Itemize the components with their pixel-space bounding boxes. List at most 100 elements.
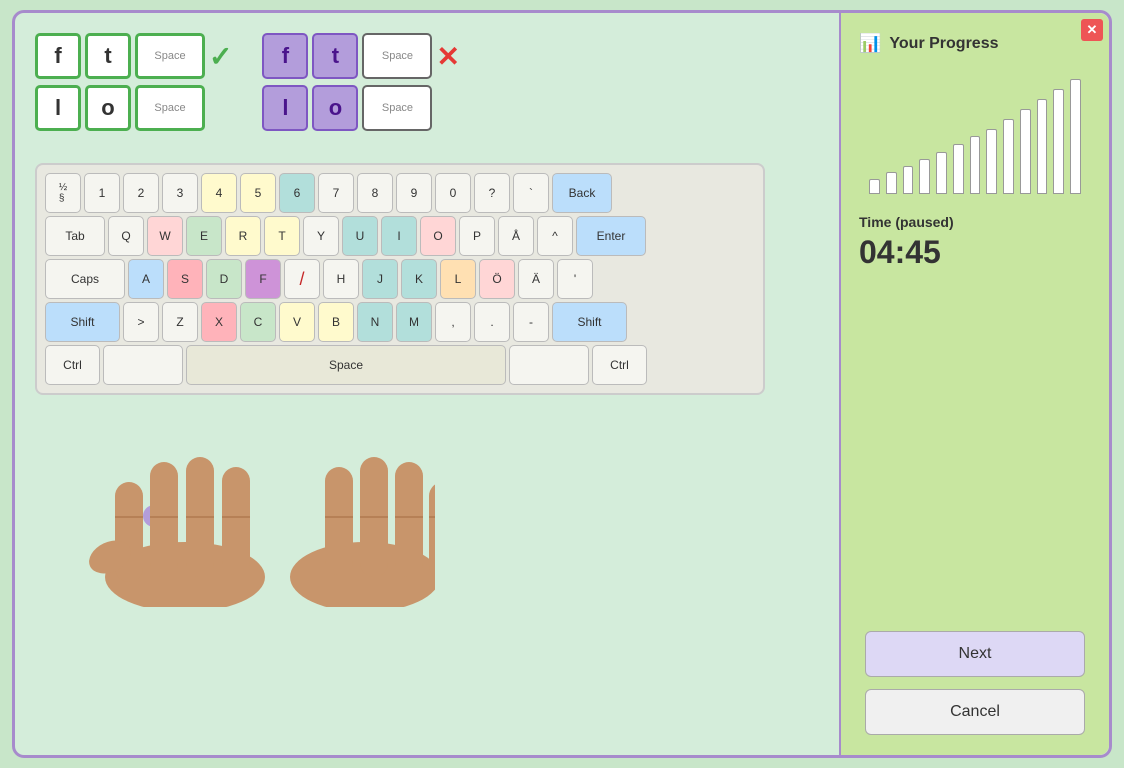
key-d[interactable]: D — [206, 259, 242, 299]
time-label: Time (paused) — [859, 214, 954, 230]
slash-icon: / — [299, 269, 304, 290]
current-key-space1: Space — [362, 33, 432, 79]
key-2[interactable]: 2 — [123, 173, 159, 213]
key-c[interactable]: C — [240, 302, 276, 342]
key-9[interactable]: 9 — [396, 173, 432, 213]
key-s[interactable]: S — [167, 259, 203, 299]
key-minus[interactable]: - — [513, 302, 549, 342]
key-u[interactable]: U — [342, 216, 378, 256]
correct-key-l: l — [35, 85, 81, 131]
key-comma[interactable]: , — [435, 302, 471, 342]
correct-key-space2: Space — [135, 85, 205, 131]
correct-key-f: f — [35, 33, 81, 79]
progress-bar-6 — [970, 136, 981, 194]
key-r[interactable]: R — [225, 216, 261, 256]
chart-icon: 📊 — [859, 33, 881, 54]
correct-checkmark: ✓ — [209, 40, 232, 73]
progress-chart — [865, 64, 1085, 194]
progress-bar-7 — [986, 129, 997, 194]
key-plus[interactable]: ? — [474, 173, 510, 213]
current-word-row2: l o Space — [262, 85, 459, 131]
correct-key-t: t — [85, 33, 131, 79]
key-backtick[interactable]: ` — [513, 173, 549, 213]
key-section[interactable]: ½§ — [45, 173, 81, 213]
key-backspace[interactable]: Back — [552, 173, 612, 213]
next-button[interactable]: Next — [865, 631, 1085, 677]
key-t[interactable]: T — [264, 216, 300, 256]
progress-bar-4 — [936, 152, 947, 194]
key-l[interactable]: L — [440, 259, 476, 299]
key-0[interactable]: 0 — [435, 173, 471, 213]
key-empty-left[interactable] — [103, 345, 183, 385]
time-section: Time (paused) 04:45 — [859, 214, 954, 271]
key-m[interactable]: M — [396, 302, 432, 342]
current-xmark: ✕ — [436, 40, 459, 73]
key-e[interactable]: E — [186, 216, 222, 256]
key-4[interactable]: 4 — [201, 173, 237, 213]
keyboard: ½§ 1 2 3 4 5 6 7 8 9 0 ? ` Back — [35, 163, 765, 395]
keyboard-row-numbers: ½§ 1 2 3 4 5 6 7 8 9 0 ? ` Back — [45, 173, 755, 213]
key-i[interactable]: I — [381, 216, 417, 256]
key-shift-left[interactable]: Shift — [45, 302, 120, 342]
key-3[interactable]: 3 — [162, 173, 198, 213]
key-period[interactable]: . — [474, 302, 510, 342]
key-h[interactable]: H — [323, 259, 359, 299]
key-ae[interactable]: Ä — [518, 259, 554, 299]
keyboard-row-space: Ctrl Space Ctrl — [45, 345, 755, 385]
current-word-row1: f t Space ✕ — [262, 33, 459, 79]
key-b[interactable]: B — [318, 302, 354, 342]
key-w[interactable]: W — [147, 216, 183, 256]
key-j[interactable]: J — [362, 259, 398, 299]
key-z[interactable]: Z — [162, 302, 198, 342]
key-8[interactable]: 8 — [357, 173, 393, 213]
keyboard-row-zxcv: Shift > Z X C V B N M , . - Shift — [45, 302, 755, 342]
key-slash[interactable]: / — [284, 259, 320, 299]
right-panel: 📊 Your Progress Time (paused) 04:45 Next… — [839, 13, 1109, 755]
key-1[interactable]: 1 — [84, 173, 120, 213]
current-key-t: t — [312, 33, 358, 79]
key-shift-right[interactable]: Shift — [552, 302, 627, 342]
cancel-button[interactable]: Cancel — [865, 689, 1085, 735]
word-display-area: f t Space ✓ l o Space f t Space ✕ — [35, 33, 819, 131]
key-caret[interactable]: ^ — [537, 216, 573, 256]
key-a[interactable]: A — [128, 259, 164, 299]
key-n[interactable]: N — [357, 302, 393, 342]
hands-svg — [55, 422, 435, 607]
key-tab[interactable]: Tab — [45, 216, 105, 256]
key-space[interactable]: Space — [186, 345, 506, 385]
correct-word-group: f t Space ✓ l o Space — [35, 33, 232, 131]
key-q[interactable]: Q — [108, 216, 144, 256]
key-empty-right[interactable] — [509, 345, 589, 385]
key-p[interactable]: P — [459, 216, 495, 256]
key-x[interactable]: X — [201, 302, 237, 342]
key-6[interactable]: 6 — [279, 173, 315, 213]
key-o[interactable]: O — [420, 216, 456, 256]
key-angle[interactable]: > — [123, 302, 159, 342]
key-ctrl-left[interactable]: Ctrl — [45, 345, 100, 385]
key-5[interactable]: 5 — [240, 173, 276, 213]
current-key-f: f — [262, 33, 308, 79]
current-key-o: o — [312, 85, 358, 131]
key-quote[interactable]: ' — [557, 259, 593, 299]
progress-title: 📊 Your Progress — [859, 33, 999, 54]
progress-bar-2 — [903, 166, 914, 194]
key-f[interactable]: F — [245, 259, 281, 299]
key-7[interactable]: 7 — [318, 173, 354, 213]
main-window: ✕ f t Space ✓ l o Space — [12, 10, 1112, 758]
close-button[interactable]: ✕ — [1081, 19, 1103, 41]
key-caps[interactable]: Caps — [45, 259, 125, 299]
key-enter[interactable]: Enter — [576, 216, 646, 256]
key-ctrl-right[interactable]: Ctrl — [592, 345, 647, 385]
key-v[interactable]: V — [279, 302, 315, 342]
correct-key-o: o — [85, 85, 131, 131]
key-k[interactable]: K — [401, 259, 437, 299]
progress-bar-8 — [1003, 119, 1014, 194]
key-aa[interactable]: Å — [498, 216, 534, 256]
progress-bar-10 — [1037, 99, 1048, 194]
correct-word-row2: l o Space — [35, 85, 232, 131]
progress-bar-5 — [953, 144, 964, 194]
key-y[interactable]: Y — [303, 216, 339, 256]
key-oe[interactable]: Ö — [479, 259, 515, 299]
keyboard-row-asdf: Caps A S D F / H J K L Ö Ä ' — [45, 259, 755, 299]
current-key-space2: Space — [362, 85, 432, 131]
